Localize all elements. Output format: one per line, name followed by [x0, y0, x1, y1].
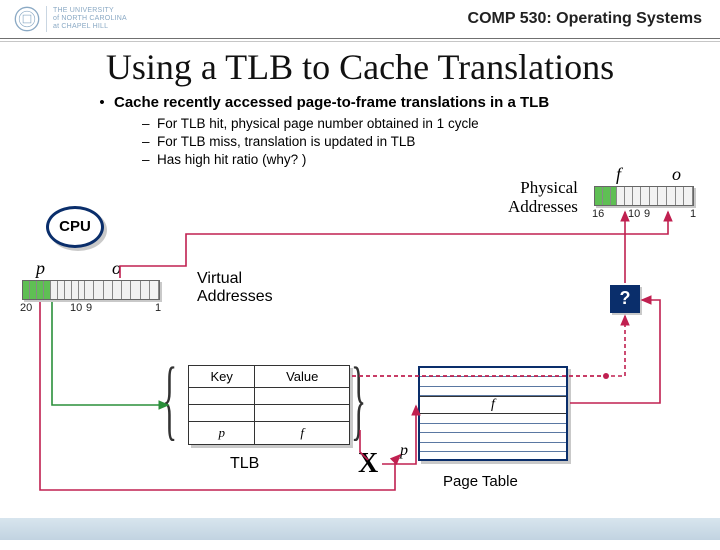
tick: 20 [20, 302, 32, 314]
diagram: Physical Addresses f o 16 10 9 1 CPU p o… [0, 170, 720, 550]
bullet-block: •Cache recently accessed page-to-frame t… [90, 94, 720, 170]
lookup-result-box: ? [610, 285, 640, 313]
pa-o-label: o [672, 164, 681, 185]
divider [0, 41, 720, 42]
tlb-label: TLB [230, 455, 259, 473]
sub-bullet: – For TLB hit, physical page number obta… [142, 115, 720, 133]
miss-x-mark: X [358, 448, 378, 480]
tlb-col-key: Key [189, 365, 255, 388]
tick: 1 [690, 208, 696, 220]
bullet-main-text: Cache recently accessed page-to-frame tr… [114, 94, 549, 111]
sub-bullet-text: For TLB miss, translation is updated in … [157, 134, 415, 149]
tlb-f: f [255, 422, 350, 445]
brace-icon: } [351, 348, 366, 451]
slide-title: Using a TLB to Cache Translations [0, 46, 720, 88]
qmark-text: ? [620, 288, 631, 309]
course-title: COMP 530: Operating Systems [468, 10, 702, 28]
header: THE UNIVERSITY of NORTH CAROLINA at CHAP… [0, 0, 720, 36]
tick: 10 [628, 208, 640, 220]
univ-name: THE UNIVERSITY of NORTH CAROLINA at CHAP… [53, 7, 127, 31]
sub-bullet-text: Has high hit ratio (why? ) [157, 152, 306, 167]
pa-f-label: f [616, 164, 621, 185]
page-table-f-row: f [420, 396, 566, 414]
tlb-p: p [189, 422, 255, 445]
tlb-col-value: Value [255, 365, 350, 388]
tlb-table: KeyValue pf [188, 365, 350, 445]
page-table: f [418, 366, 568, 461]
pa-label-text: Physical Addresses [508, 178, 578, 217]
va-label-text: Virtual Addresses [197, 270, 273, 305]
tick: 9 [86, 302, 92, 314]
unc-seal-icon [14, 6, 40, 32]
tick: 16 [592, 208, 604, 220]
virtual-addresses-label: Virtual Addresses [197, 270, 273, 307]
sub-bullet: – Has high hit ratio (why? ) [142, 151, 720, 169]
logo: THE UNIVERSITY of NORTH CAROLINA at CHAP… [14, 6, 127, 32]
virtual-address-box [22, 280, 160, 300]
sub-bullet: – For TLB miss, translation is updated i… [142, 133, 720, 151]
univ-line: THE UNIVERSITY [53, 7, 127, 15]
va-o-label: o [112, 258, 121, 279]
page-table-label: Page Table [443, 473, 518, 490]
brace-icon: { [162, 348, 177, 451]
divider [0, 38, 720, 39]
univ-line: at CHAPEL HILL [53, 23, 127, 31]
physical-addresses-label: Physical Addresses [508, 178, 578, 217]
tick: 9 [644, 208, 650, 220]
footer-bar [0, 518, 720, 540]
va-p-label: p [36, 258, 45, 279]
tick: 1 [155, 302, 161, 314]
sub-bullet-text: For TLB hit, physical page number obtain… [157, 116, 479, 131]
tick: 10 [70, 302, 82, 314]
univ-line: of NORTH CAROLINA [53, 15, 127, 23]
page-table-p-input: p [400, 442, 408, 460]
cpu-label: CPU [59, 218, 91, 235]
bullet-main: •Cache recently accessed page-to-frame t… [90, 94, 720, 111]
physical-address-box [594, 186, 694, 206]
cpu-block: CPU [46, 206, 104, 248]
